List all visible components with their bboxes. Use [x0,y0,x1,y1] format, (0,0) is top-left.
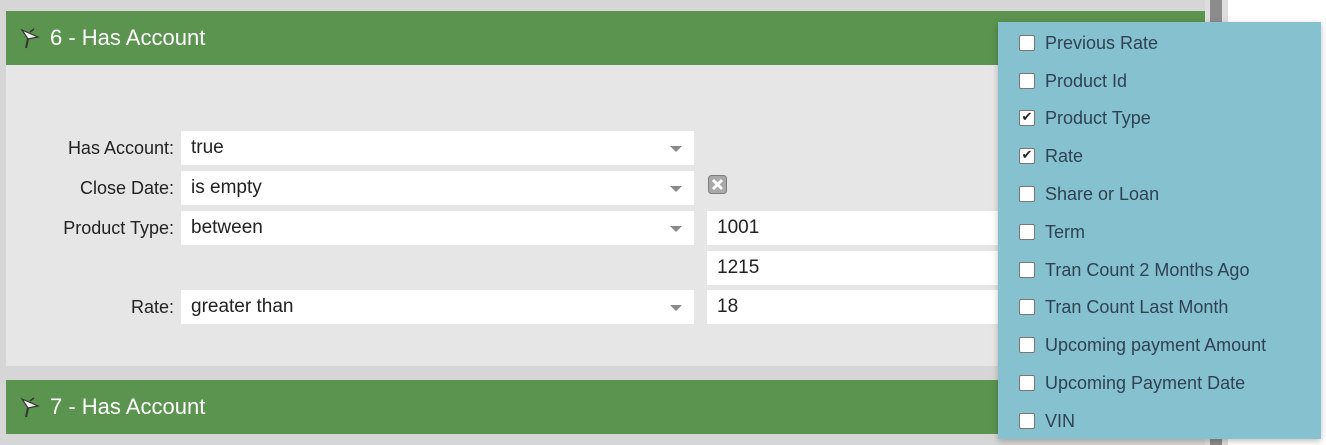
product-type-min-input[interactable]: 1001 [707,211,1007,245]
select-value: true [191,137,224,158]
column-chooser-panel: Previous Rate Product Id ✔ Product Type … [998,22,1321,439]
caret-down-icon [670,186,682,192]
checkbox-checked[interactable]: ✔ [1019,110,1035,126]
select-value: greater than [191,296,294,317]
column-option-label: Previous Rate [1045,32,1159,53]
select-value: between [191,217,263,238]
checkbox[interactable] [1019,262,1035,278]
column-option-upcoming-payment-amount[interactable]: Upcoming payment Amount [998,330,1321,360]
caret-down-icon [670,226,682,232]
column-option-label: Rate [1045,145,1084,166]
checkbox[interactable] [1019,375,1035,391]
product-type-operator-select[interactable]: between [181,211,694,245]
filter-label-close-date: Close Date: [79,178,174,198]
column-option-label: VIN [1045,410,1076,431]
rate-value-input[interactable]: 18 [707,290,1007,324]
column-option-tran-count-2-months-ago[interactable]: Tran Count 2 Months Ago [998,255,1321,285]
column-option-previous-rate[interactable]: Previous Rate [998,28,1321,58]
column-option-product-id[interactable]: Product Id [998,66,1321,96]
filter-label-product-type: Product Type: [63,218,174,238]
checkbox[interactable] [1019,299,1035,315]
filter-label-has-account: Has Account: [67,138,174,158]
checkbox[interactable] [1019,186,1035,202]
column-option-label: Upcoming Payment Date [1045,372,1246,393]
select-value: is empty [191,177,262,198]
checkbox[interactable] [1019,224,1035,240]
column-option-vin[interactable]: VIN [998,406,1321,436]
checkbox[interactable] [1019,73,1035,89]
column-option-upcoming-payment-date[interactable]: Upcoming Payment Date [998,368,1321,398]
caret-down-icon [670,305,682,311]
filter-label-rate: Rate: [130,297,174,317]
column-option-product-type[interactable]: ✔ Product Type [998,103,1321,133]
product-type-max-input[interactable]: 1215 [707,251,1007,285]
column-option-term[interactable]: Term [998,217,1321,247]
column-option-label: Product Id [1045,70,1128,91]
column-option-rate[interactable]: ✔ Rate [998,141,1321,171]
caret-down-icon [670,146,682,152]
column-option-share-or-loan[interactable]: Share or Loan [998,179,1321,209]
funnel-flag-icon [20,26,42,50]
has-account-operator-select[interactable]: true [181,131,694,165]
section-title: 7 - Has Account [50,394,206,419]
column-option-label: Upcoming payment Amount [1045,334,1267,355]
checkbox[interactable] [1019,337,1035,353]
column-option-label: Tran Count Last Month [1045,296,1229,317]
column-option-label: Share or Loan [1045,183,1160,204]
checkbox[interactable] [1019,413,1035,429]
section-title: 6 - Has Account [50,25,206,50]
column-option-label: Product Type [1045,107,1151,128]
column-option-label: Tran Count 2 Months Ago [1045,259,1250,280]
close-icon[interactable] [708,175,727,194]
close-date-operator-select[interactable]: is empty [181,171,694,205]
column-option-tran-count-last-month[interactable]: Tran Count Last Month [998,292,1321,322]
rate-operator-select[interactable]: greater than [181,290,694,324]
checkbox[interactable] [1019,35,1035,51]
checkbox-checked[interactable]: ✔ [1019,148,1035,164]
funnel-flag-icon [20,395,42,419]
column-option-label: Term [1045,221,1085,242]
